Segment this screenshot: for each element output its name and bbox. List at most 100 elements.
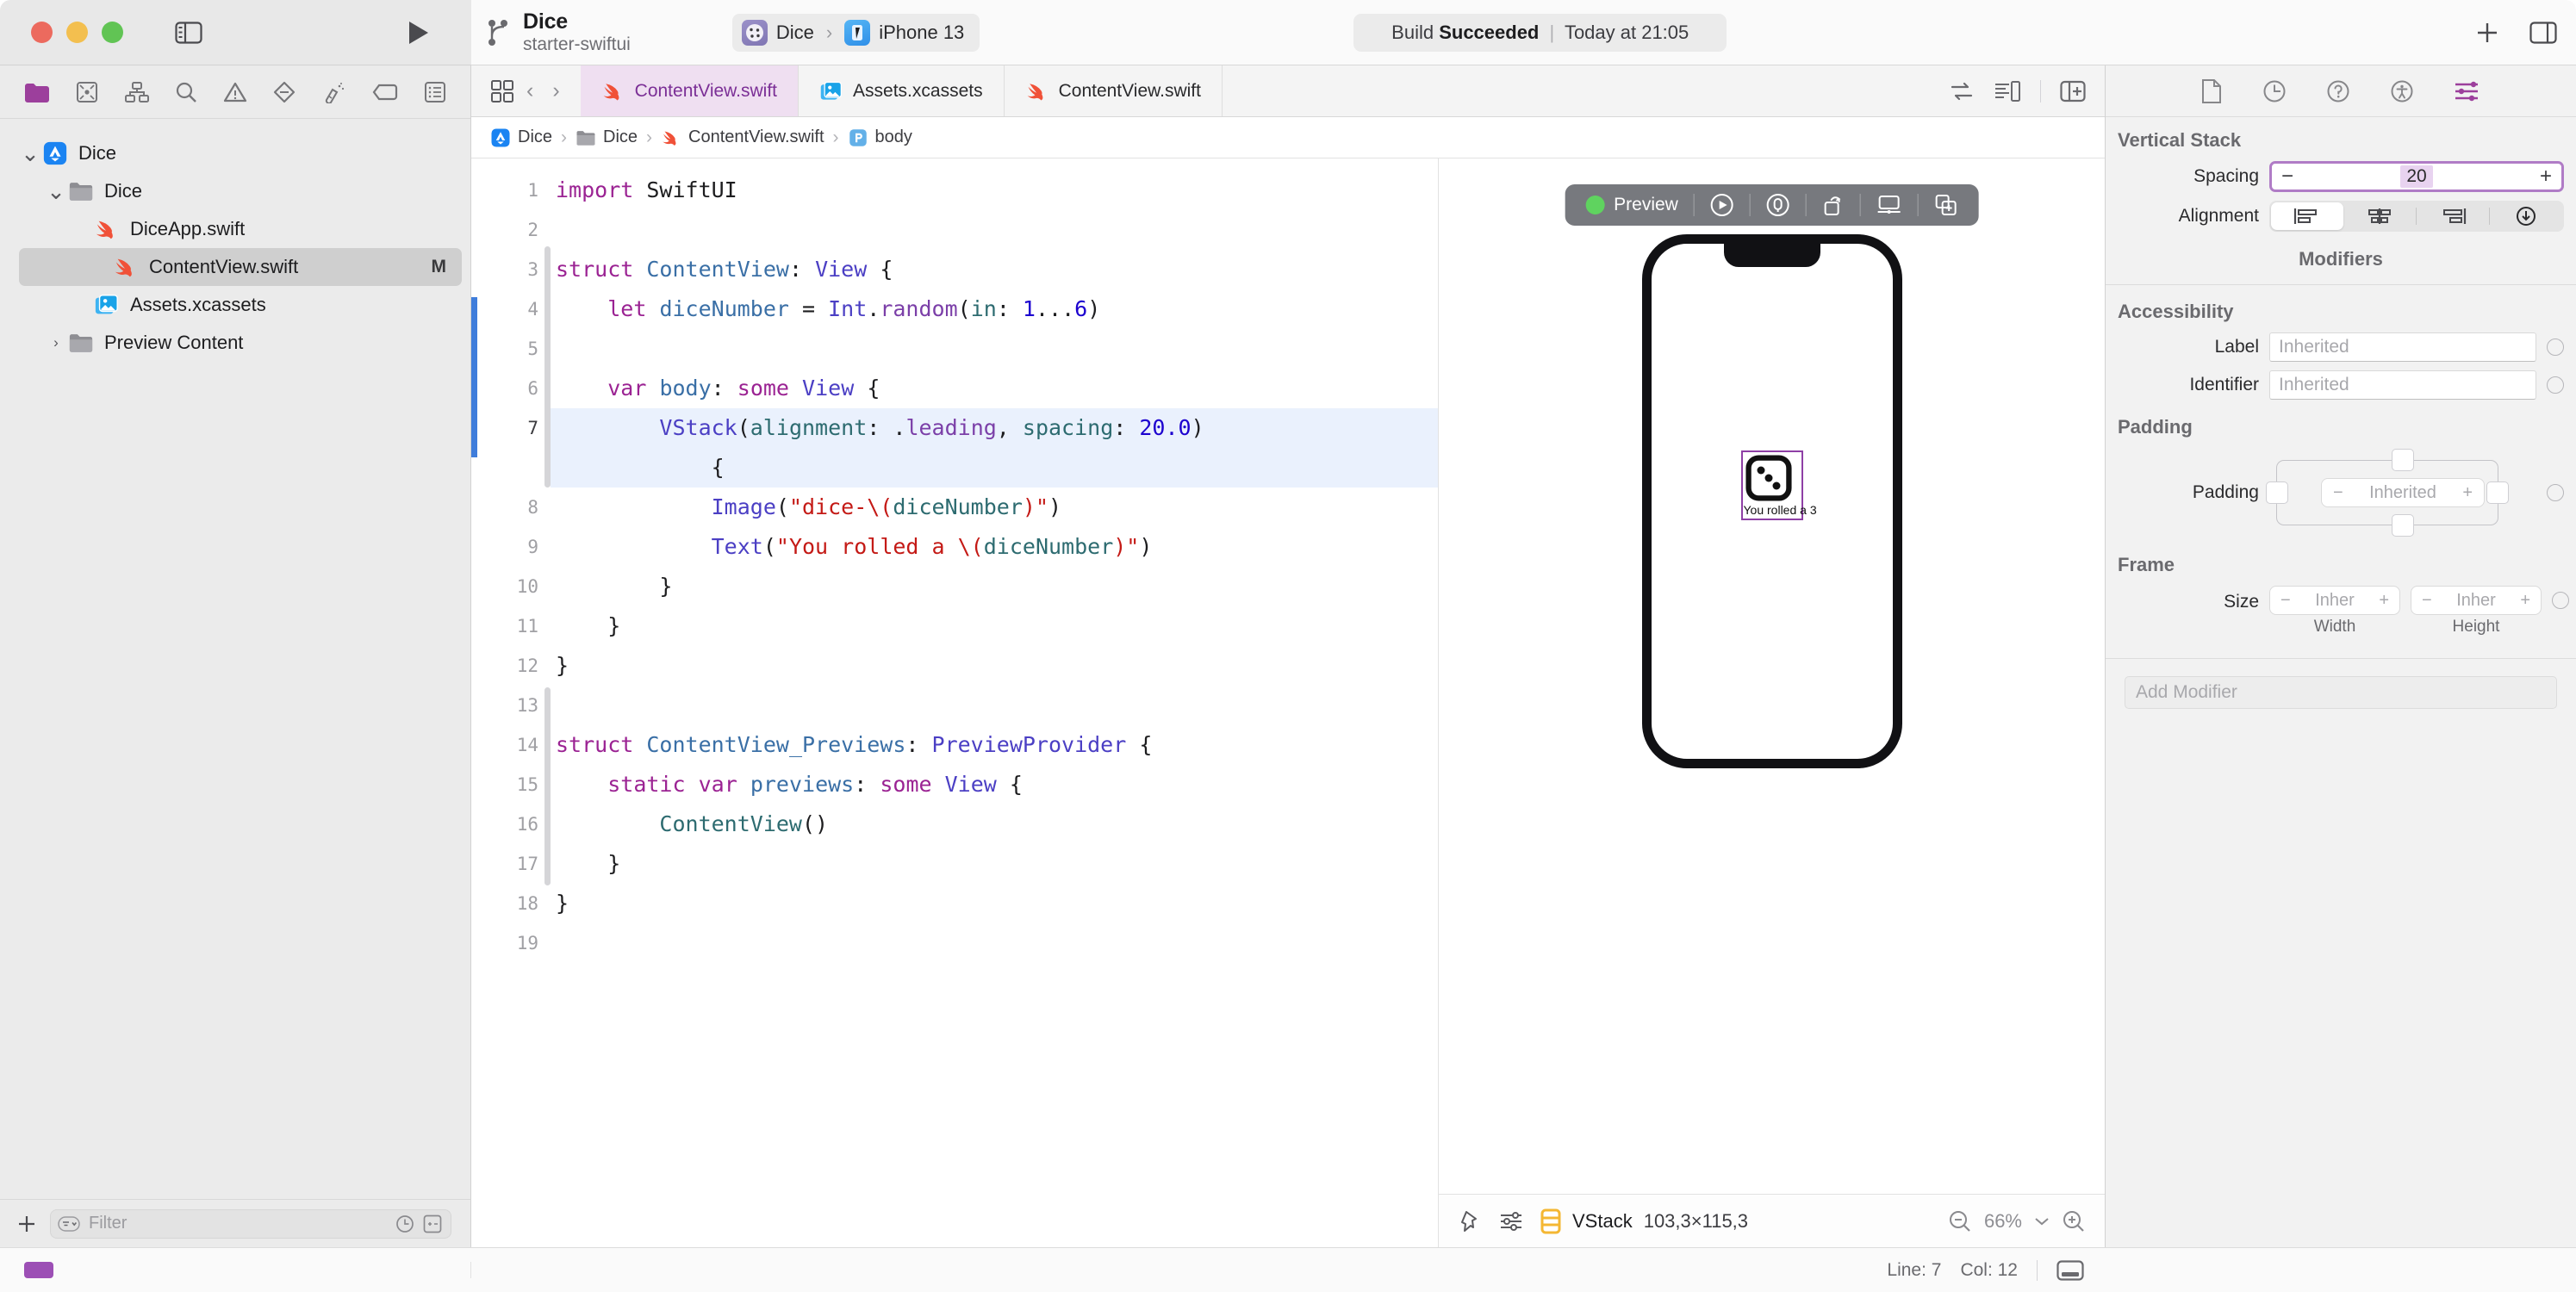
code-line[interactable]: Text("You rolled a \(diceNumber)") xyxy=(551,527,1438,567)
add-button[interactable] xyxy=(2474,20,2500,46)
tab-grid-icon[interactable] xyxy=(490,79,514,103)
breadcrumb-item[interactable]: Dice xyxy=(576,127,638,148)
code-line[interactable] xyxy=(551,210,1438,250)
padding-bottom-checkbox[interactable] xyxy=(2392,514,2414,537)
display-icon[interactable] xyxy=(1861,184,1918,226)
breadcrumb-item[interactable]: ContentView.swift xyxy=(661,127,824,148)
code-line[interactable]: } xyxy=(551,606,1438,646)
zoom-button[interactable] xyxy=(102,22,123,43)
navigator-tab-test[interactable] xyxy=(273,81,296,103)
chevron-down-icon[interactable]: ⌄ xyxy=(45,179,67,202)
add-file-button[interactable] xyxy=(16,1213,38,1235)
source-control-branch-icon[interactable] xyxy=(487,17,509,48)
zoom-out-icon[interactable] xyxy=(1948,1209,1972,1233)
file-tree-row[interactable]: DiceApp.swift xyxy=(0,210,470,248)
frame-width-increment[interactable]: + xyxy=(2379,591,2389,611)
padding-leading-checkbox[interactable] xyxy=(2266,481,2288,504)
editor-tab[interactable]: ContentView.swift xyxy=(580,65,800,116)
chevron-right-icon[interactable]: › xyxy=(45,334,67,351)
chevron-down-icon[interactable] xyxy=(2034,1216,2050,1227)
inspector-toggle-icon[interactable] xyxy=(2529,21,2557,44)
run-device-icon[interactable] xyxy=(1807,184,1860,226)
frame-height-increment[interactable]: + xyxy=(2520,591,2530,611)
code-line[interactable]: static var previews: some View { xyxy=(551,765,1438,804)
code-line[interactable]: var body: some View { xyxy=(551,369,1438,408)
zoom-level[interactable]: 66% xyxy=(1984,1210,2022,1233)
file-tree-row[interactable]: Assets.xcassets xyxy=(0,286,470,324)
code-line[interactable] xyxy=(551,686,1438,725)
live-preview-icon[interactable] xyxy=(1695,184,1750,226)
navigator-tab-project[interactable] xyxy=(24,81,50,103)
code-line[interactable]: VStack(alignment: .leading, spacing: 20.… xyxy=(551,408,1438,448)
dice-image[interactable] xyxy=(1745,455,1792,501)
accessibility-label-toggle[interactable] xyxy=(2547,339,2564,356)
canvas-selected-view[interactable]: VStack 103,3×115,3 xyxy=(1540,1208,1748,1234)
code-line[interactable]: Image("dice-\(diceNumber)") xyxy=(551,488,1438,527)
padding-top-checkbox[interactable] xyxy=(2392,449,2414,471)
code-line[interactable]: { xyxy=(551,448,1438,488)
device-preview-frame[interactable]: You rolled a 3 xyxy=(1641,234,1902,768)
inspect-preview-icon[interactable] xyxy=(1751,184,1806,226)
filter-scope-icon[interactable] xyxy=(58,1215,80,1232)
duplicate-preview-icon[interactable] xyxy=(1919,184,1974,226)
padding-toggle[interactable] xyxy=(2547,484,2564,501)
code-line[interactable]: ContentView() xyxy=(551,804,1438,844)
file-inspector-icon[interactable] xyxy=(2200,78,2223,104)
alignment-segmented-control[interactable] xyxy=(2269,201,2564,232)
navigator-tab-find[interactable] xyxy=(175,81,197,103)
code-line[interactable]: import SwiftUI xyxy=(551,171,1438,210)
selected-vstack-outline[interactable]: You rolled a 3 xyxy=(1740,450,1817,520)
navigator-tab-issue[interactable] xyxy=(223,81,247,103)
editor-back-button[interactable]: ‹ xyxy=(520,78,540,103)
preview-status[interactable]: Preview xyxy=(1570,184,1694,226)
breadcrumb-item[interactable]: body xyxy=(848,127,912,148)
variants-icon[interactable] xyxy=(1499,1210,1523,1233)
frame-height-value[interactable]: Inher xyxy=(2456,591,2496,611)
history-inspector-icon[interactable] xyxy=(2262,79,2287,103)
attributes-inspector-icon[interactable] xyxy=(2454,79,2481,103)
code-editor[interactable]: 1 2 3 4 5 6 7 8 9 10 11 12 13 14 15 16 17 18 19 import Swi… xyxy=(471,158,1438,1247)
code-line[interactable] xyxy=(551,923,1438,963)
code-line[interactable]: } xyxy=(551,844,1438,884)
frame-width-stepper[interactable]: − Inher + xyxy=(2269,586,2400,615)
align-leading-icon[interactable] xyxy=(2271,202,2343,230)
align-trailing-icon[interactable] xyxy=(2417,202,2489,230)
add-editor-icon[interactable] xyxy=(2060,80,2086,102)
breadcrumb-item[interactable]: Dice xyxy=(490,127,552,148)
padding-value[interactable]: Inherited xyxy=(2369,483,2436,503)
editor-forward-button[interactable]: › xyxy=(545,78,566,103)
file-tree-row[interactable]: › Preview Content xyxy=(0,324,470,362)
run-button[interactable] xyxy=(408,20,430,46)
spacing-stepper[interactable]: − 20 + xyxy=(2269,161,2564,192)
align-center-icon[interactable] xyxy=(2343,202,2416,230)
close-button[interactable] xyxy=(31,22,53,43)
chevron-down-icon[interactable]: ⌄ xyxy=(19,141,41,165)
clock-icon[interactable] xyxy=(395,1214,414,1233)
frame-height-decrement[interactable]: − xyxy=(2422,591,2432,611)
pin-icon[interactable] xyxy=(1458,1209,1482,1233)
spacing-value[interactable]: 20 xyxy=(2400,165,2433,188)
scheme-selector[interactable]: Dice › iPhone 13 xyxy=(731,13,980,52)
navigator-tab-debug[interactable] xyxy=(322,81,346,103)
code-line[interactable]: } xyxy=(551,884,1438,923)
navigator-tab-source-control[interactable] xyxy=(76,81,98,103)
frame-height-stepper[interactable]: − Inher + xyxy=(2411,586,2542,615)
navigator-tab-report[interactable] xyxy=(424,81,446,103)
filter-bar-indicator[interactable] xyxy=(24,1262,53,1278)
padding-trailing-checkbox[interactable] xyxy=(2486,481,2509,504)
navigator-tab-breakpoint[interactable] xyxy=(372,83,398,102)
accessibility-inspector-icon[interactable] xyxy=(2390,79,2414,103)
minimize-button[interactable] xyxy=(66,22,88,43)
canvas-body[interactable]: Preview You rolled a 3 xyxy=(1439,158,2105,1194)
add-modifier-input[interactable]: Add Modifier xyxy=(2125,676,2557,709)
filter-input[interactable]: Filter xyxy=(50,1208,451,1239)
code-text[interactable]: import SwiftUI struct ContentView: View … xyxy=(551,158,1438,1247)
file-tree-row[interactable]: ContentView.swift M xyxy=(19,248,462,286)
navigator-tab-symbol[interactable] xyxy=(124,81,149,103)
code-line[interactable] xyxy=(551,329,1438,369)
build-status-bar[interactable]: Build Succeeded | Today at 21:05 xyxy=(1353,13,1727,52)
quick-help-inspector-icon[interactable] xyxy=(2326,79,2350,103)
spacing-increment[interactable]: + xyxy=(2540,166,2552,187)
sc-filter-icon[interactable] xyxy=(423,1214,442,1233)
frame-toggle[interactable] xyxy=(2552,592,2569,609)
